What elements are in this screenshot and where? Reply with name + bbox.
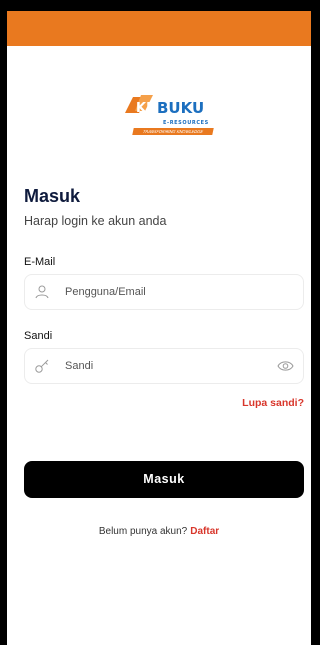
eye-icon[interactable] [277, 359, 294, 373]
password-placeholder: Sandi [65, 360, 94, 372]
logo-subtitle: E-RESOURCES [163, 120, 209, 126]
page-subtitle: Harap login ke akun anda [24, 214, 167, 228]
app-screen: KI BUKU E-RESOURCES TRANSFORMING KNOWLED… [7, 11, 311, 645]
signup-prompt: Belum punya akun? Daftar [7, 526, 311, 537]
signup-link[interactable]: Daftar [190, 526, 219, 537]
email-field[interactable]: Pengguna/Email [24, 274, 304, 310]
forgot-password-link[interactable]: Lupa sandi? [242, 397, 304, 409]
logo-brand-text: BUKU [157, 99, 204, 117]
email-placeholder: Pengguna/Email [65, 286, 146, 298]
password-field[interactable]: Sandi [24, 348, 304, 384]
user-icon [35, 285, 49, 299]
password-label: Sandi [24, 330, 53, 342]
key-icon [35, 359, 49, 373]
logo-mark-text: KI [136, 101, 151, 116]
login-button[interactable]: Masuk [24, 461, 304, 498]
status-bar [7, 11, 311, 46]
logo-tagline: TRANSFORMING KNOWLEDGE [132, 128, 214, 135]
signup-prompt-text: Belum punya akun? [98, 526, 188, 537]
page-title: Masuk [24, 186, 81, 206]
email-label: E-Mail [24, 256, 56, 268]
